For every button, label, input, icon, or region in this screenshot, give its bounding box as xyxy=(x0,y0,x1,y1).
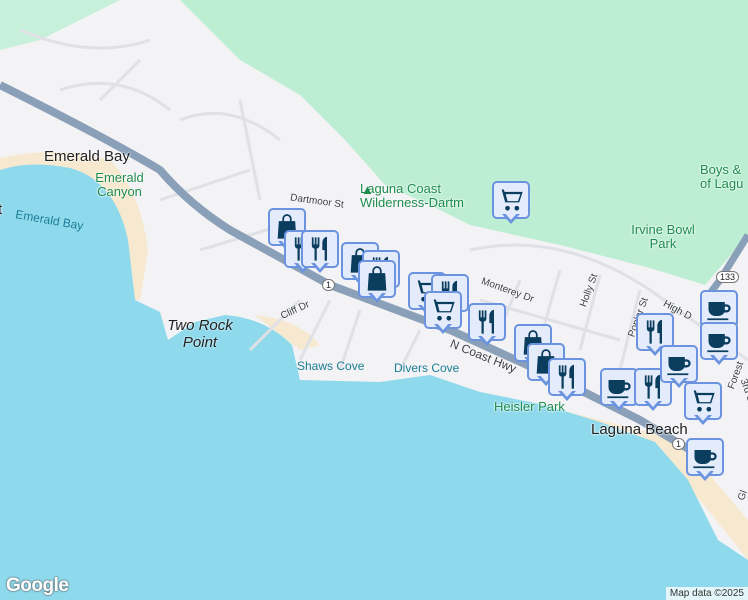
marker-restaurant[interactable] xyxy=(548,358,586,404)
label-left-edge: t xyxy=(0,201,3,218)
marker-coffee[interactable] xyxy=(686,438,724,484)
label-two-rock-point: Two Rock Point xyxy=(167,317,233,351)
route-1-shield: 1 xyxy=(322,279,336,291)
label-divers-cove: Divers Cove xyxy=(394,361,460,375)
marker-restaurant[interactable] xyxy=(468,303,506,349)
route-133-shield: 133 xyxy=(716,271,740,283)
restaurant-icon xyxy=(553,363,581,391)
label-emerald-bay: Emerald Bay xyxy=(44,148,130,165)
coffee-icon xyxy=(705,327,733,355)
coffee-icon xyxy=(605,373,633,401)
marker-coffee[interactable] xyxy=(600,368,638,414)
grocery-cart-icon xyxy=(497,186,525,214)
label-emerald-canyon: Emerald Canyon xyxy=(95,170,144,200)
coffee-icon xyxy=(665,350,693,378)
label-irvine-bowl-park: Irvine Bowl Park xyxy=(631,222,695,252)
label-boys-girls-club: Boys & of Lagu xyxy=(700,162,744,192)
label-shaws-cove: Shaws Cove xyxy=(297,359,365,373)
route-1-shield: 1 xyxy=(672,438,686,450)
label-laguna-coast-wilderness: Laguna Coast Wilderness-Dartm xyxy=(360,181,465,211)
coffee-icon xyxy=(691,443,719,471)
shopping-bag-icon xyxy=(363,265,391,293)
marker-coffee[interactable] xyxy=(700,322,738,368)
marker-grocery[interactable] xyxy=(424,291,462,337)
coffee-icon xyxy=(705,295,733,323)
google-logo: Google xyxy=(6,575,69,596)
grocery-cart-icon xyxy=(429,296,457,324)
marker-grocery[interactable] xyxy=(492,181,530,227)
restaurant-icon xyxy=(641,318,669,346)
restaurant-icon xyxy=(306,235,334,263)
marker-grocery[interactable] xyxy=(684,382,722,428)
marker-restaurant[interactable] xyxy=(301,230,339,276)
marker-shopping[interactable] xyxy=(358,260,396,306)
label-laguna-beach: Laguna Beach xyxy=(591,421,688,438)
tree-icon: ▲ xyxy=(361,182,374,197)
restaurant-icon xyxy=(473,308,501,336)
map-attribution[interactable]: Map data ©2025 xyxy=(665,587,748,600)
grocery-cart-icon xyxy=(689,387,717,415)
